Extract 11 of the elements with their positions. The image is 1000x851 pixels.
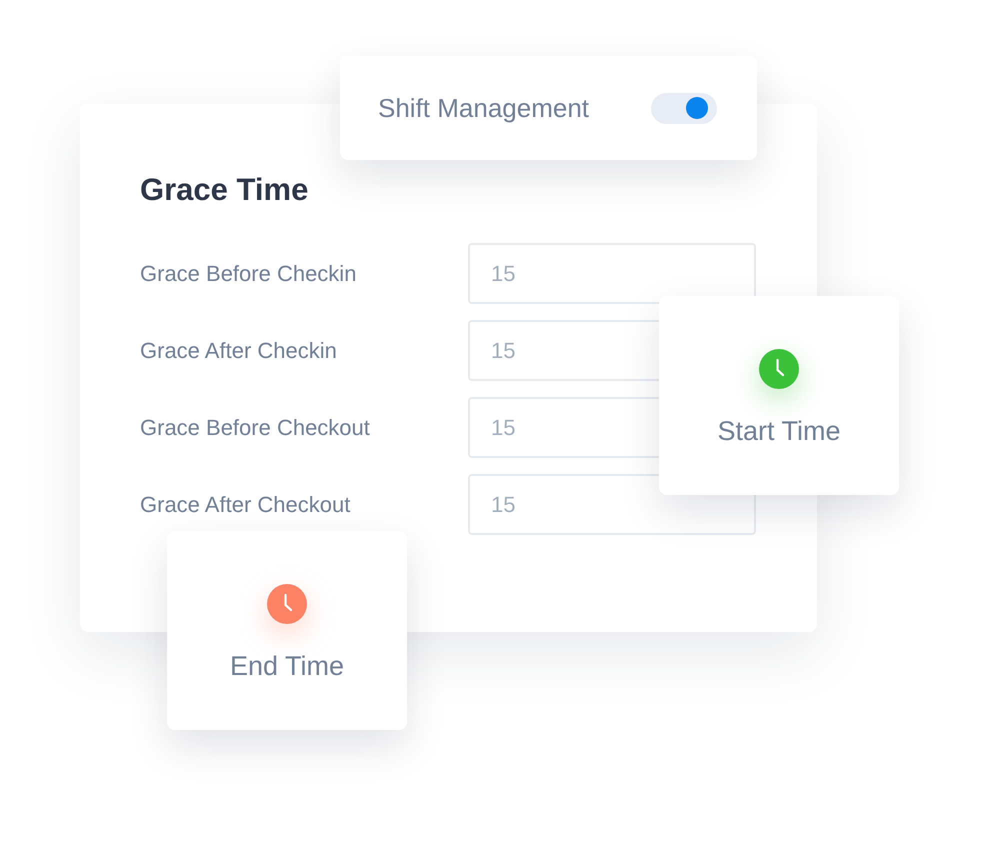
time-card-popup[interactable]: Start Time [659,296,899,495]
time-label: End Time [230,650,344,682]
toggle-switch[interactable] [651,92,717,124]
section-title: Grace Time [140,172,308,208]
time-card-popup[interactable]: End Time [167,531,407,730]
field-label: Grace After Checkout [140,490,352,518]
field-label: Grace Before Checkin [140,260,358,288]
input-field[interactable]: 15 [468,243,756,304]
field-label: Grace Before Checkout [140,414,371,442]
field-label: Grace After Checkin [140,336,338,364]
shift-management-label: Shift Management [378,92,590,124]
